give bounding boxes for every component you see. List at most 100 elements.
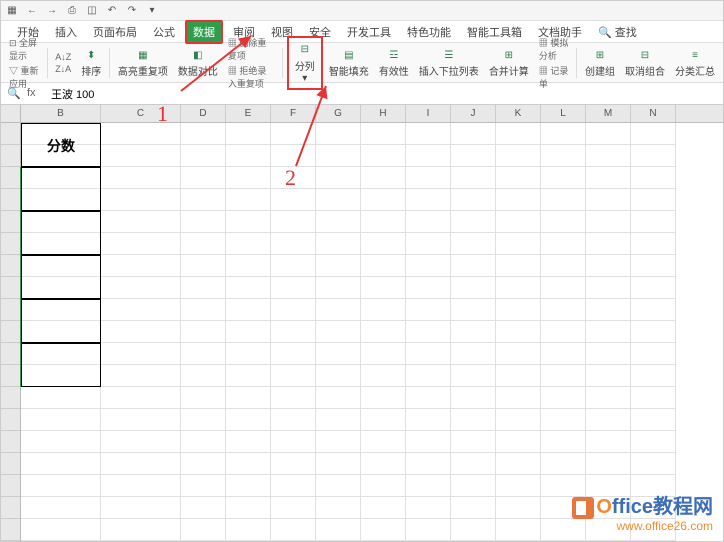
cell[interactable]: [496, 299, 541, 321]
smart-fill-button[interactable]: ▤智能填充: [325, 45, 373, 80]
cell[interactable]: [21, 519, 101, 541]
cell[interactable]: [586, 387, 631, 409]
cell[interactable]: [101, 167, 181, 189]
cell[interactable]: [451, 343, 496, 365]
cell[interactable]: [271, 387, 316, 409]
cell[interactable]: [496, 277, 541, 299]
tab-find[interactable]: 🔍 查找: [592, 22, 643, 42]
col-header-F[interactable]: F: [271, 105, 316, 122]
cell[interactable]: [496, 145, 541, 167]
cell[interactable]: [631, 233, 676, 255]
cell[interactable]: [271, 343, 316, 365]
cell[interactable]: [451, 453, 496, 475]
col-header-L[interactable]: L: [541, 105, 586, 122]
cell[interactable]: [101, 255, 181, 277]
cell[interactable]: [101, 519, 181, 541]
cell[interactable]: [361, 189, 406, 211]
dropdown-icon[interactable]: ▾: [145, 4, 159, 18]
cell[interactable]: [226, 255, 271, 277]
cell[interactable]: [271, 475, 316, 497]
cell[interactable]: [226, 519, 271, 541]
cell[interactable]: [316, 431, 361, 453]
cell[interactable]: [406, 321, 451, 343]
cell[interactable]: [271, 365, 316, 387]
cell[interactable]: [631, 343, 676, 365]
cell[interactable]: [316, 211, 361, 233]
cell[interactable]: [406, 431, 451, 453]
cell[interactable]: [181, 189, 226, 211]
cell[interactable]: [271, 409, 316, 431]
undo-icon[interactable]: ↶: [105, 4, 119, 18]
cell[interactable]: [361, 123, 406, 145]
cell[interactable]: [101, 343, 181, 365]
cell[interactable]: [181, 431, 226, 453]
cell[interactable]: [496, 255, 541, 277]
cell[interactable]: [316, 497, 361, 519]
subtotal-button[interactable]: ≡分类汇总: [671, 45, 719, 80]
cell[interactable]: [226, 211, 271, 233]
tab-smarttools[interactable]: 智能工具箱: [461, 22, 528, 42]
whatif[interactable]: ▦ 模拟分析: [539, 36, 569, 62]
cell[interactable]: [586, 211, 631, 233]
cell[interactable]: [496, 167, 541, 189]
row-header[interactable]: [1, 123, 20, 145]
col-header-K[interactable]: K: [496, 105, 541, 122]
cell[interactable]: [496, 497, 541, 519]
cell[interactable]: [496, 519, 541, 541]
row-header[interactable]: [1, 409, 20, 431]
cell[interactable]: [541, 277, 586, 299]
cell[interactable]: [101, 475, 181, 497]
cell[interactable]: [496, 233, 541, 255]
cell[interactable]: [361, 431, 406, 453]
cell[interactable]: [406, 453, 451, 475]
col-header-J[interactable]: J: [451, 105, 496, 122]
cell[interactable]: [361, 343, 406, 365]
col-header-B[interactable]: B: [21, 105, 101, 122]
cell[interactable]: [316, 343, 361, 365]
cell[interactable]: [21, 145, 101, 167]
cell[interactable]: [541, 211, 586, 233]
preview-icon[interactable]: ◫: [85, 4, 99, 18]
cell[interactable]: [21, 497, 101, 519]
cell[interactable]: [271, 123, 316, 145]
sort-button[interactable]: ⬍排序: [77, 45, 105, 80]
formula-input[interactable]: 王波 100: [47, 86, 717, 102]
cell[interactable]: [316, 189, 361, 211]
cell[interactable]: [361, 277, 406, 299]
cell[interactable]: [21, 387, 101, 409]
row-header[interactable]: [1, 387, 20, 409]
cell[interactable]: [451, 145, 496, 167]
tab-insert[interactable]: 插入: [49, 22, 83, 42]
cell[interactable]: [631, 321, 676, 343]
cell[interactable]: [361, 211, 406, 233]
cell[interactable]: [631, 453, 676, 475]
cell[interactable]: [226, 277, 271, 299]
cell[interactable]: [226, 497, 271, 519]
cell[interactable]: [406, 365, 451, 387]
cell[interactable]: [21, 211, 101, 233]
cell[interactable]: [21, 167, 101, 189]
cell[interactable]: [451, 475, 496, 497]
cell[interactable]: [451, 211, 496, 233]
cell[interactable]: [361, 365, 406, 387]
cell[interactable]: [541, 409, 586, 431]
cell[interactable]: [226, 167, 271, 189]
cell[interactable]: [406, 299, 451, 321]
cell[interactable]: [101, 365, 181, 387]
cell[interactable]: [181, 145, 226, 167]
cell[interactable]: [226, 431, 271, 453]
cell[interactable]: [271, 277, 316, 299]
cell[interactable]: [496, 365, 541, 387]
cell[interactable]: [586, 145, 631, 167]
cell[interactable]: [181, 453, 226, 475]
cell[interactable]: [271, 453, 316, 475]
cell[interactable]: [586, 409, 631, 431]
cell[interactable]: [316, 453, 361, 475]
cell[interactable]: [316, 409, 361, 431]
cell[interactable]: [181, 497, 226, 519]
remove-dup[interactable]: ▦ 删除重复项: [228, 36, 274, 62]
cell[interactable]: [316, 277, 361, 299]
search-icon[interactable]: 🔍: [7, 87, 21, 101]
row-header[interactable]: [1, 167, 20, 189]
print-icon[interactable]: ⎙: [65, 4, 79, 18]
